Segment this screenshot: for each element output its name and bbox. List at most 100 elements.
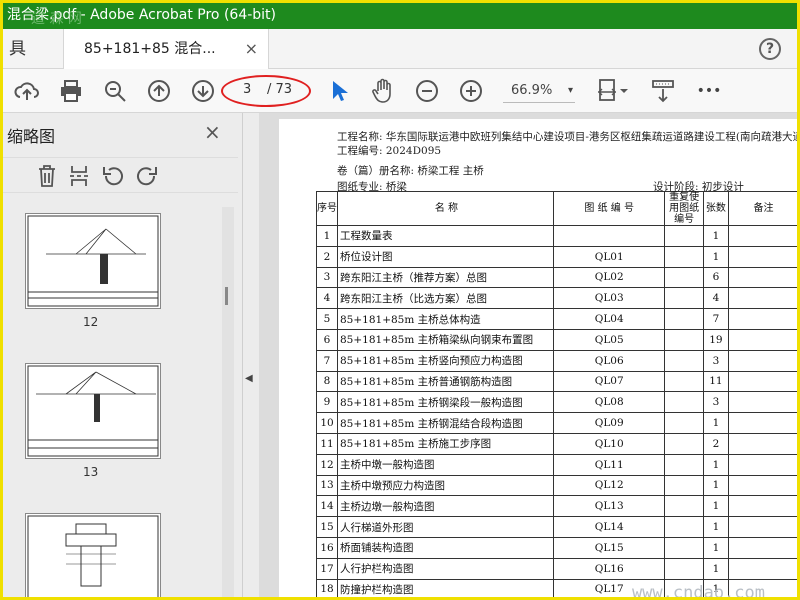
drawing-index-table: 序号 名 称 图 纸 编 号 重复使用图纸编号 张数 备注 1 工程数量表 1 2 桥位… bbox=[316, 191, 797, 597]
select-cursor-icon[interactable] bbox=[325, 77, 353, 105]
table-cell: 85+181+85m 主桥箱梁纵向钢束布置图 bbox=[337, 328, 554, 351]
table-cell: QL13 bbox=[552, 495, 666, 518]
next-page-icon[interactable] bbox=[189, 77, 217, 105]
table-cell: 1 bbox=[702, 225, 729, 247]
help-icon[interactable]: ? bbox=[759, 38, 781, 60]
table-cell: QL10 bbox=[552, 432, 666, 455]
rotate-left-icon[interactable] bbox=[99, 162, 127, 190]
zoom-out-icon[interactable] bbox=[413, 77, 441, 105]
zoom-level-value: 66.9% bbox=[511, 83, 553, 98]
table-header-row: 序号 名 称 图 纸 编 号 重复使用图纸编号 张数 备注 bbox=[316, 191, 797, 226]
zoom-in-icon[interactable] bbox=[457, 77, 485, 105]
table-cell: QL01 bbox=[552, 245, 666, 268]
more-tools-icon[interactable]: ••• bbox=[695, 77, 723, 105]
table-cell bbox=[664, 349, 704, 372]
toolbar: 3 / 73 66.9% ▾ ••• bbox=[3, 69, 797, 113]
table-cell: 85+181+85m 主桥总体构造 bbox=[337, 308, 554, 330]
table-cell: 1 bbox=[702, 474, 729, 497]
table-cell: 1 bbox=[702, 536, 729, 559]
scroll-thumb[interactable] bbox=[225, 287, 228, 305]
tab-document-label: 85+181+85 混合... bbox=[84, 41, 216, 57]
table-cell bbox=[727, 328, 797, 351]
table-row: 2 桥位设计图 QL01 1 bbox=[316, 245, 797, 268]
table-cell: 9 bbox=[316, 391, 338, 414]
table-cell bbox=[664, 370, 704, 393]
tab-document[interactable]: 85+181+85 混合... × bbox=[63, 29, 269, 69]
tab-tools[interactable]: 具 bbox=[3, 29, 32, 69]
table-cell: 18 bbox=[316, 578, 338, 597]
close-icon[interactable]: × bbox=[245, 29, 258, 69]
collapse-panel-icon[interactable]: ◀ bbox=[245, 373, 253, 384]
table-cell: 16 bbox=[316, 536, 338, 559]
table-cell bbox=[664, 225, 704, 247]
thumbnails-panel: 缩略图 × 12 13 bbox=[3, 113, 243, 597]
col-header-sheets: 张数 bbox=[702, 191, 729, 226]
table-row: 4 跨东阳江主桥（比选方案）总图 QL03 4 bbox=[316, 287, 797, 310]
table-cell bbox=[727, 453, 797, 476]
table-cell: 人行梯道外形图 bbox=[337, 516, 554, 538]
table-cell bbox=[727, 495, 797, 518]
thumbnail-page-12[interactable] bbox=[25, 213, 161, 309]
table-row: 5 85+181+85m 主桥总体构造 QL04 7 bbox=[316, 308, 797, 330]
table-cell bbox=[727, 370, 797, 393]
table-body: 1 工程数量表 1 2 桥位设计图 QL01 1 3 跨东阳江主桥（推荐方案）总图 QL02 6 4 跨… bbox=[316, 225, 797, 597]
zoom-search-icon[interactable] bbox=[101, 77, 129, 105]
col-header-remarks: 备注 bbox=[727, 191, 797, 226]
app-window: 混合梁.pdf - Adobe Acrobat Pro (64-bit) 道 森… bbox=[0, 0, 800, 600]
table-cell: 85+181+85m 主桥普通钢筋构造图 bbox=[337, 370, 554, 393]
table-cell bbox=[552, 225, 666, 247]
table-cell bbox=[664, 432, 704, 455]
print-icon[interactable] bbox=[57, 77, 85, 105]
table-cell: QL09 bbox=[552, 412, 666, 434]
previous-page-icon[interactable] bbox=[145, 77, 173, 105]
table-row: 1 工程数量表 1 bbox=[316, 225, 797, 247]
table-cell: 1 bbox=[702, 245, 729, 268]
col-header-name: 名 称 bbox=[337, 191, 554, 226]
table-cell bbox=[664, 495, 704, 518]
table-cell: 跨东阳江主桥（推荐方案）总图 bbox=[337, 266, 554, 289]
table-cell: 3 bbox=[702, 349, 729, 372]
project-name: 工程名称: 华东国际联运港中欧班列集结中心建设项目-港务区枢纽集疏运道路建设工程… bbox=[337, 131, 799, 143]
table-cell bbox=[727, 245, 797, 268]
table-cell: 7 bbox=[702, 308, 729, 330]
volume-name: 卷（篇）册名称: 桥梁工程 主桥 bbox=[337, 165, 484, 177]
table-cell: 19 bbox=[702, 328, 729, 351]
table-cell: QL04 bbox=[552, 308, 666, 330]
thumbnail-label: 12 bbox=[83, 315, 99, 329]
table-cell: 1 bbox=[316, 225, 338, 247]
col-header-reused: 重复使用图纸编号 bbox=[664, 191, 704, 226]
project-number: 工程编号: 2024D095 bbox=[337, 145, 442, 157]
table-cell bbox=[727, 516, 797, 538]
table-cell: QL02 bbox=[552, 266, 666, 289]
table-cell: 1 bbox=[702, 412, 729, 434]
table-row: 17 人行护栏构造图 QL16 1 bbox=[316, 557, 797, 580]
table-row: 11 85+181+85m 主桥施工步序图 QL10 2 bbox=[316, 432, 797, 455]
document-viewer: 工程名称: 华东国际联运港中欧班列集结中心建设项目-港务区枢纽集疏运道路建设工程… bbox=[259, 113, 799, 597]
table-cell: 4 bbox=[316, 287, 338, 310]
table-cell: 2 bbox=[316, 245, 338, 268]
rotate-right-icon[interactable] bbox=[133, 162, 161, 190]
table-cell: 3 bbox=[702, 391, 729, 414]
table-cell: 12 bbox=[316, 453, 338, 476]
table-cell: 主桥中墩预应力构造图 bbox=[337, 474, 554, 497]
upload-cloud-icon[interactable] bbox=[13, 77, 41, 105]
table-cell bbox=[664, 536, 704, 559]
table-cell bbox=[664, 516, 704, 538]
delete-icon[interactable] bbox=[33, 162, 61, 190]
thumbnail-page-13[interactable] bbox=[25, 363, 161, 459]
table-cell: 85+181+85m 主桥钢梁段一般构造图 bbox=[337, 391, 554, 414]
chevron-down-icon: ▾ bbox=[567, 85, 573, 96]
zoom-level-select[interactable]: 66.9% ▾ bbox=[503, 79, 575, 103]
page-fit-icon[interactable] bbox=[593, 77, 633, 105]
thumbnail-page-14[interactable] bbox=[25, 513, 161, 597]
pdf-page: 工程名称: 华东国际联运港中欧班列集结中心建设项目-港务区枢纽集疏运道路建设工程… bbox=[279, 119, 799, 597]
thumbnail-scrollbar[interactable] bbox=[222, 207, 234, 597]
table-cell bbox=[664, 308, 704, 330]
table-cell: 1 bbox=[702, 453, 729, 476]
table-cell: 主桥边墩一般构造图 bbox=[337, 495, 554, 518]
extract-page-icon[interactable] bbox=[65, 162, 93, 190]
scroll-mode-icon[interactable] bbox=[649, 77, 677, 105]
close-panel-icon[interactable]: × bbox=[204, 120, 221, 144]
hand-tool-icon[interactable] bbox=[369, 77, 397, 105]
table-cell bbox=[727, 557, 797, 580]
